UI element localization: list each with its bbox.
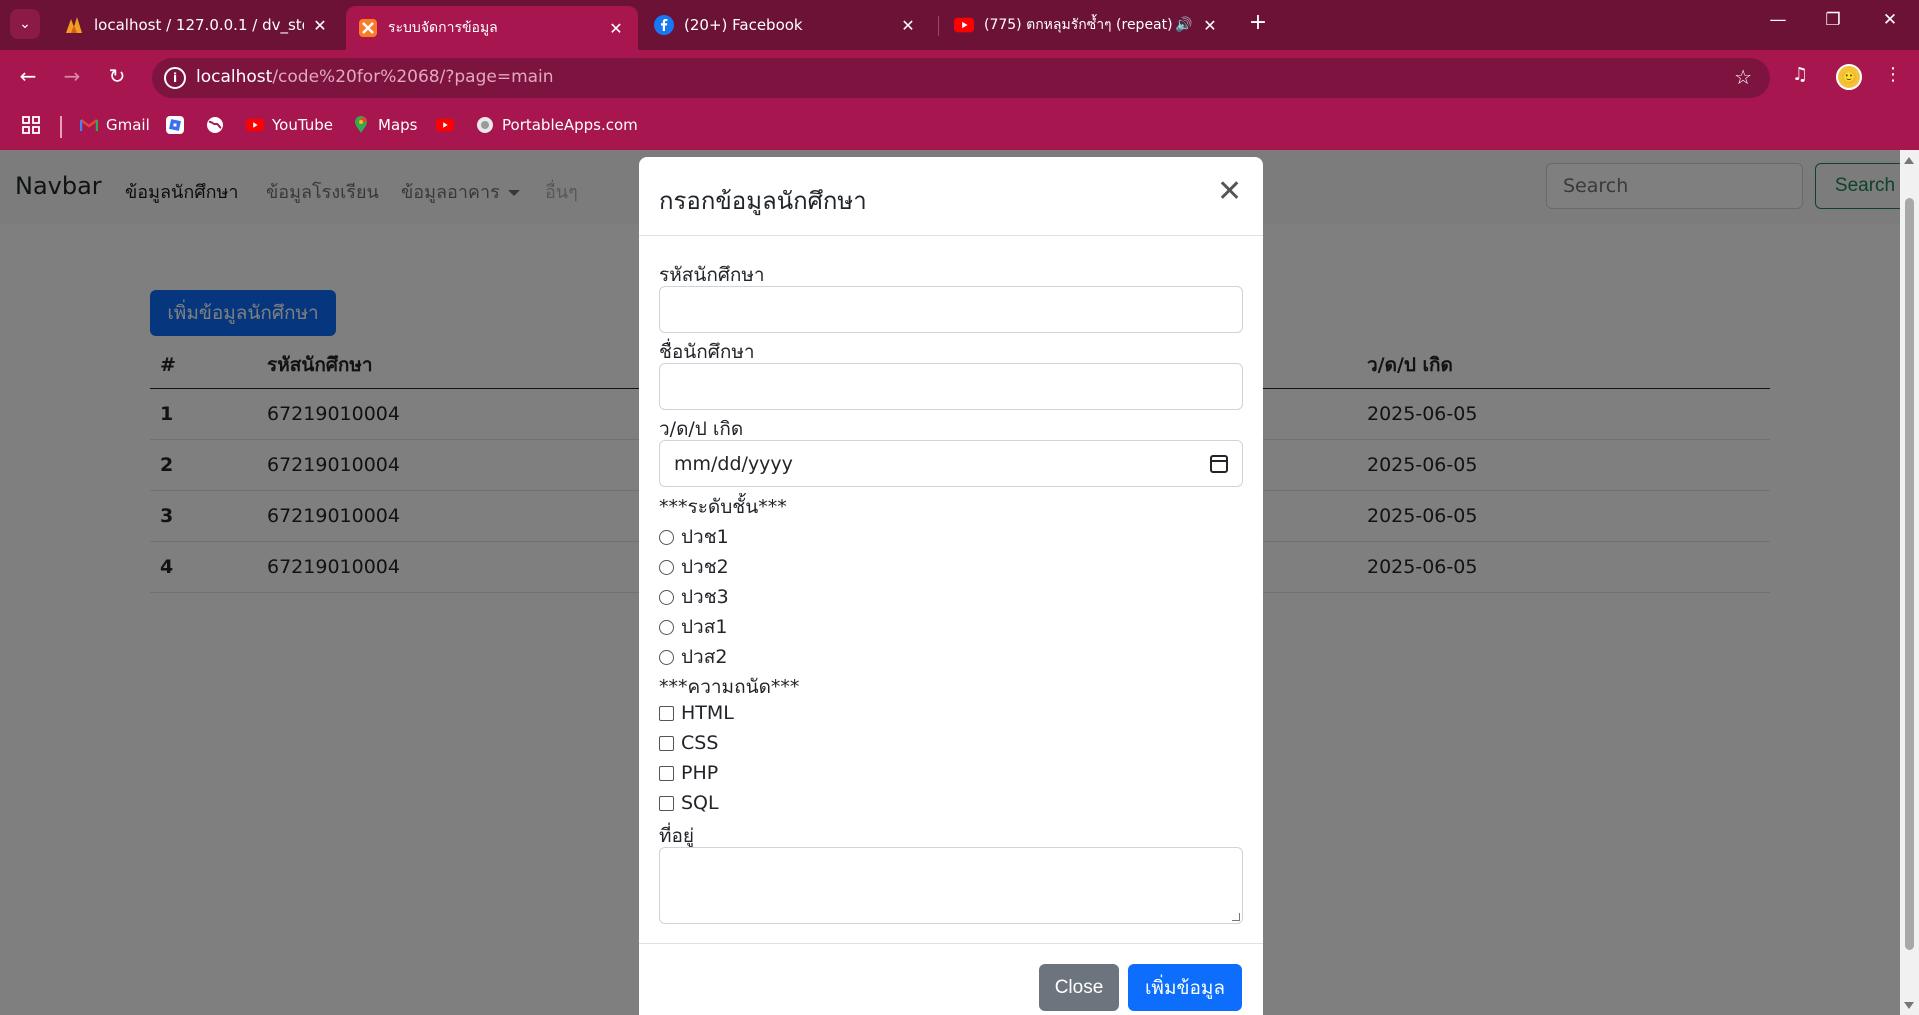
tab-youtube[interactable]: (775) ตกหลุมรักซ้ำๆ (repeat) - 🔊 ✕ [942, 8, 1232, 42]
scrollbar-thumb[interactable] [1905, 198, 1914, 950]
tab-title: (20+) Facebook [684, 16, 803, 34]
modal-title: กรอกข้อมูลนักศึกษา [659, 187, 867, 215]
bookmarks-bar: Gmail YouTube Maps PortableApps.com [0, 106, 1919, 150]
forward-arrow-icon[interactable]: → [58, 64, 86, 88]
youtube-icon [954, 15, 974, 35]
tab-title: localhost / 127.0.0.1 / dv_std2_6 [94, 16, 304, 34]
level-option[interactable]: ปวช3 [659, 582, 729, 612]
site-info-icon[interactable]: i [164, 67, 186, 89]
minimize-icon[interactable]: — [1758, 10, 1798, 30]
skill-option[interactable]: SQL [659, 792, 719, 814]
student-form-modal: กรอกข้อมูลนักศึกษา ✕ รหัสนักศึกษา ชื่อนั… [639, 157, 1263, 1015]
skill-option[interactable]: HTML [659, 702, 734, 724]
address-textarea[interactable] [659, 847, 1243, 924]
level-option[interactable]: ปวส2 [659, 642, 727, 672]
scroll-down-arrow-icon[interactable] [1904, 1002, 1914, 1009]
tab-close-icon[interactable]: ✕ [898, 16, 918, 35]
back-arrow-icon[interactable]: ← [14, 64, 42, 88]
restore-icon[interactable]: ❐ [1813, 10, 1853, 30]
browser-toolbar: ← → ↻ i localhost/code%20for%2068/?page=… [0, 50, 1919, 106]
url-text[interactable]: localhost/code%20for%2068/?page=main [196, 67, 554, 87]
modal-footer: Close เพิ่มข้อมูล [639, 943, 1263, 1015]
bookmark-youtube[interactable]: YouTube [246, 116, 333, 134]
new-tab-plus-icon[interactable]: + [1244, 10, 1272, 35]
bookmark-youtube-2[interactable] [436, 116, 462, 134]
checkbox[interactable] [659, 795, 674, 811]
xampp-icon [358, 18, 378, 38]
page-scrollbar[interactable] [1900, 150, 1919, 1015]
calendar-icon[interactable] [1210, 454, 1228, 473]
checkbox[interactable] [659, 765, 674, 781]
skill-option[interactable]: PHP [659, 762, 718, 784]
level-option[interactable]: ปวส1 [659, 612, 727, 642]
radio-button[interactable] [659, 619, 674, 635]
reload-icon[interactable]: ↻ [103, 64, 131, 88]
dob-input[interactable]: mm/dd/yyyy [659, 440, 1243, 487]
portableapps-icon [476, 116, 494, 134]
maps-pin-icon [352, 116, 370, 134]
media-playlist-icon[interactable]: ♫ [1792, 64, 1808, 85]
bookmark-globe[interactable] [206, 116, 232, 134]
gmail-icon [80, 116, 98, 134]
student-name-input[interactable] [659, 363, 1243, 410]
radio-button[interactable] [659, 589, 674, 605]
tab-phpmyadmin[interactable]: localhost / 127.0.0.1 / dv_std2_6 ✕ [52, 8, 342, 42]
bookmark-gmail[interactable]: Gmail [80, 116, 150, 134]
profile-avatar-icon[interactable]: 🙂 [1836, 64, 1862, 90]
speaker-icon[interactable]: 🔊 [1174, 17, 1194, 33]
tab-search-chevron-icon[interactable]: ⌄ [10, 9, 40, 39]
youtube-icon [246, 116, 264, 134]
checkbox[interactable] [659, 705, 674, 721]
modal-header: กรอกข้อมูลนักศึกษา ✕ [639, 157, 1263, 236]
level-option[interactable]: ปวช1 [659, 522, 729, 552]
apps-grid-icon[interactable] [22, 116, 40, 134]
submit-button[interactable]: เพิ่มข้อมูล [1128, 964, 1242, 1011]
page-content: Navbar ข้อมูลนักศึกษา ข้อมูลโรงเรียน ข้อ… [0, 150, 1900, 1015]
youtube-icon [436, 116, 454, 134]
tab-facebook[interactable]: (20+) Facebook ✕ [642, 8, 930, 42]
roblox-icon [166, 116, 184, 134]
address-bar[interactable]: i localhost/code%20for%2068/?page=main ☆ [152, 58, 1770, 98]
checkbox[interactable] [659, 735, 674, 751]
radio-button[interactable] [659, 529, 674, 545]
bookmark-separator [60, 116, 62, 138]
level-label: ***ระดับชั้น*** [659, 496, 787, 518]
dob-placeholder: mm/dd/yyyy [674, 452, 793, 475]
radio-button[interactable] [659, 559, 674, 575]
resize-handle-icon[interactable] [1232, 913, 1240, 921]
more-menu-icon[interactable]: ⋮ [1884, 64, 1902, 85]
tab-close-icon[interactable]: ✕ [1200, 16, 1220, 35]
tab-title: (775) ตกหลุมรักซ้ำๆ (repeat) - [984, 17, 1172, 33]
level-option[interactable]: ปวช2 [659, 552, 729, 582]
bookmark-star-icon[interactable]: ☆ [1734, 65, 1752, 89]
close-button[interactable]: Close [1039, 964, 1119, 1011]
facebook-icon [654, 15, 674, 35]
bookmark-portableapps[interactable]: PortableApps.com [476, 116, 638, 134]
tab-separator [938, 16, 939, 36]
scroll-up-arrow-icon[interactable] [1904, 157, 1914, 164]
modal-close-icon[interactable]: ✕ [1217, 177, 1242, 207]
globe-icon [206, 116, 224, 134]
phpmyadmin-icon [64, 15, 84, 35]
tab-strip: ⌄ localhost / 127.0.0.1 / dv_std2_6 ✕ ระ… [0, 0, 1919, 50]
radio-button[interactable] [659, 649, 674, 665]
bookmark-roblox[interactable] [166, 116, 192, 134]
tab-close-icon[interactable]: ✕ [310, 16, 330, 35]
skill-option[interactable]: CSS [659, 732, 718, 754]
tab-close-icon[interactable]: ✕ [606, 19, 626, 38]
tab-title: ระบบจัดการข้อมูล [388, 20, 498, 36]
bookmark-maps[interactable]: Maps [352, 116, 417, 134]
tab-xampp[interactable]: ระบบจัดการข้อมูล ✕ [346, 6, 638, 50]
student-id-input[interactable] [659, 286, 1243, 333]
skills-label: ***ความถนัด*** [659, 676, 800, 698]
window-close-icon[interactable]: ✕ [1870, 10, 1910, 30]
